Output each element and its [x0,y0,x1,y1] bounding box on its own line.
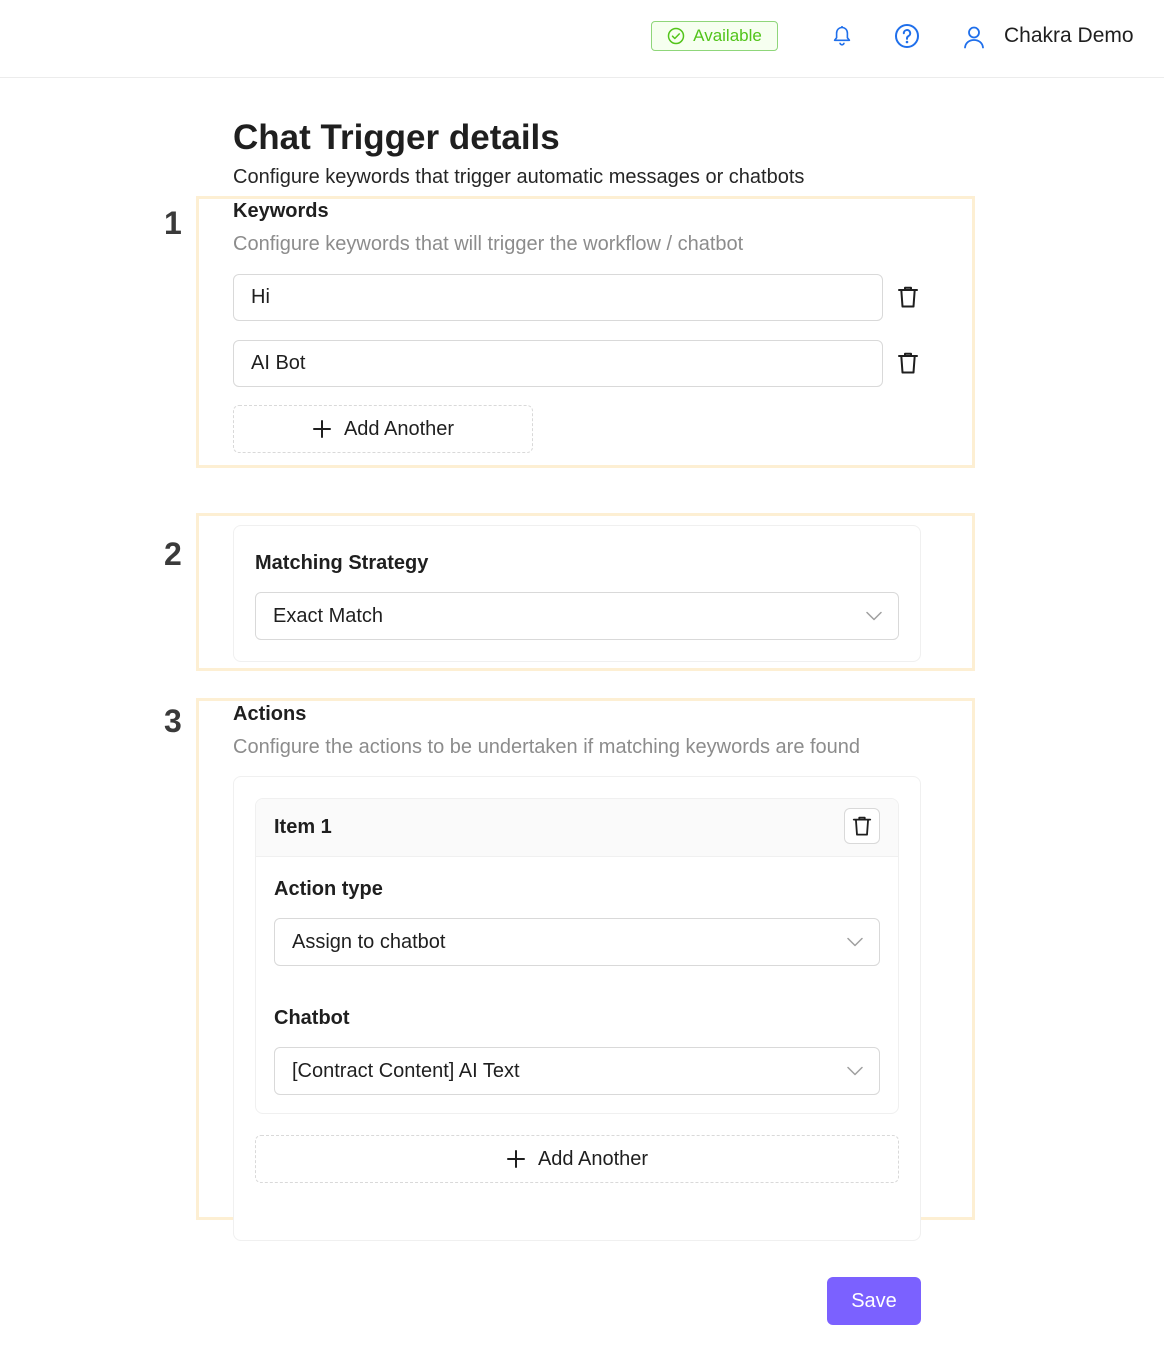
user-name[interactable]: Chakra Demo [1004,24,1134,48]
keywords-title: Keywords [233,200,329,222]
keyword-input-2[interactable] [233,340,883,387]
chatbot-select[interactable]: [Contract Content] AI Text [274,1047,880,1095]
delete-item-button[interactable] [844,808,880,844]
keyword-input-1[interactable] [233,274,883,321]
action-item-title: Item 1 [274,816,332,838]
status-badge[interactable]: Available [651,21,778,51]
action-item-header [256,799,898,857]
keywords-description: Configure keywords that will trigger the… [233,233,744,255]
action-type-value: Assign to chatbot [292,930,446,953]
actions-description: Configure the actions to be undertaken i… [233,736,861,758]
add-keyword-label: Add Another [343,417,455,440]
step-number-2: 2 [164,536,182,572]
chatbot-label: Chatbot [274,1007,350,1029]
status-text: Available [693,26,762,45]
actions-title: Actions [233,703,307,725]
chevron-down-icon [847,937,863,947]
bell-icon[interactable] [826,20,858,52]
plus-icon [506,1149,526,1169]
page-title: Chat Trigger details [233,118,560,157]
step-number-3: 3 [164,703,182,739]
action-type-select[interactable]: Assign to chatbot [274,918,880,966]
chevron-down-icon [866,611,882,621]
chevron-down-icon [847,1066,863,1076]
chatbot-value: [Contract Content] AI Text [292,1059,520,1082]
matching-strategy-select[interactable]: Exact Match [255,592,899,640]
user-icon[interactable] [960,22,988,52]
add-action-button[interactable]: Add Another [255,1135,899,1183]
add-action-label: Add Another [537,1147,649,1170]
top-bar [0,0,1164,78]
add-keyword-button[interactable]: Add Another [233,405,533,453]
help-circle-icon[interactable] [891,20,923,52]
page-subtitle: Configure keywords that trigger automati… [233,166,805,188]
save-button[interactable]: Save [827,1277,921,1325]
check-circle-icon [667,27,685,45]
trash-icon[interactable] [893,282,923,312]
matching-strategy-value: Exact Match [273,604,384,627]
step-number-1: 1 [164,205,182,241]
trash-icon[interactable] [893,348,923,378]
plus-icon [312,419,332,439]
trash-icon [852,815,872,837]
action-type-label: Action type [274,878,383,900]
matching-strategy-label: Matching Strategy [255,552,429,574]
